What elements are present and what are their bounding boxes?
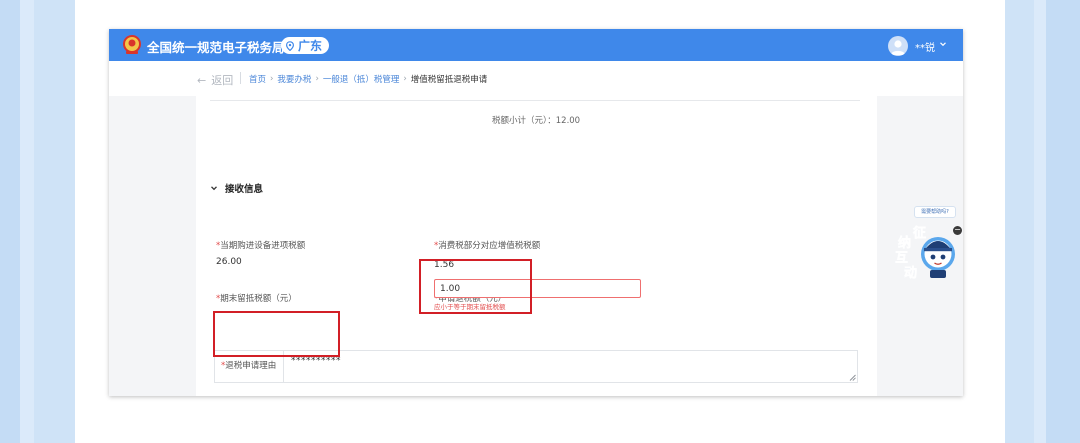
- assistant-close-icon[interactable]: −: [953, 226, 962, 235]
- section-header-receive-info[interactable]: 接收信息: [210, 181, 263, 195]
- assistant-label-char: 动: [904, 266, 918, 282]
- chevron-down-icon[interactable]: [210, 184, 218, 192]
- end-retained-tax-label: *期末留抵税额（元）: [216, 292, 297, 304]
- breadcrumb: 首页 › 我要办税 › 一般退（抵）税管理 › 增值税留抵退税申请: [249, 73, 487, 85]
- end-retained-tax-label-text: 期末留抵税额（元）: [220, 294, 297, 304]
- current-input-tax-label-text: 当期购进设备进项税额: [220, 241, 306, 251]
- breadcrumb-home[interactable]: 首页: [249, 73, 266, 85]
- left-gutter: [109, 96, 196, 396]
- tax-emblem-icon: [123, 35, 141, 54]
- breadcrumb-separator: ›: [403, 74, 407, 84]
- refund-reason-textarea[interactable]: **********: [291, 356, 341, 366]
- breadcrumb-separator: ›: [270, 74, 274, 84]
- highlight-box-refund-amount: [419, 259, 532, 314]
- current-input-tax-label: *当期购进设备进项税额: [216, 239, 305, 251]
- back-button[interactable]: ← 返回: [197, 72, 233, 88]
- user-avatar[interactable]: [888, 36, 908, 56]
- consumption-tax-label-text: 消费税部分对应增值税税额: [438, 241, 541, 251]
- region-name: 广东: [298, 39, 323, 53]
- tax-subtotal: 税额小计（元）：12.00: [492, 116, 581, 126]
- refund-reason-label-text: 退税申请理由: [225, 361, 277, 371]
- breadcrumb-current: 增值税留抵退税申请: [410, 75, 488, 85]
- breadcrumb-tax-services[interactable]: 我要办税: [277, 73, 311, 85]
- background-stripe-left: [0, 0, 20, 443]
- back-label: 返回: [211, 74, 234, 87]
- top-header-bar: 全国统一规范电子税务局 广东 **锐: [109, 29, 963, 61]
- assistant-label-char: 征: [913, 226, 927, 242]
- user-avatar-icon: [891, 40, 905, 55]
- breadcrumb-separator: ›: [315, 74, 319, 84]
- section-title: 接收信息: [225, 184, 264, 195]
- refund-reason-label: *退税申请理由: [221, 359, 276, 371]
- site-title: 全国统一规范电子税务局: [147, 40, 285, 55]
- chevron-down-icon[interactable]: [939, 40, 947, 48]
- highlight-box-refund-reason: [213, 311, 340, 357]
- background-stripe-right-inner: [1034, 0, 1046, 443]
- consumption-tax-label: *消费税部分对应增值税税额: [434, 239, 540, 251]
- resize-handle-icon[interactable]: [849, 374, 856, 381]
- assistant-help-bubble[interactable]: 需要帮助吗?: [914, 206, 956, 218]
- arrow-left-icon: ←: [197, 74, 207, 87]
- user-name[interactable]: **锐: [915, 39, 935, 54]
- background-stripe-left-inner: [20, 0, 34, 443]
- region-selector[interactable]: 广东: [281, 37, 329, 54]
- breadcrumb-bar: ← 返回 首页 › 我要办税 › 一般退（抵）税管理 › 增值税留抵退税申请: [109, 61, 963, 91]
- current-input-tax-value: 26.00: [216, 257, 242, 267]
- breadcrumb-refund-management[interactable]: 一般退（抵）税管理: [323, 73, 400, 85]
- divider: [210, 100, 860, 101]
- divider: [240, 72, 241, 84]
- background-stripe-right: [1046, 0, 1080, 443]
- location-pin-icon: [285, 40, 295, 51]
